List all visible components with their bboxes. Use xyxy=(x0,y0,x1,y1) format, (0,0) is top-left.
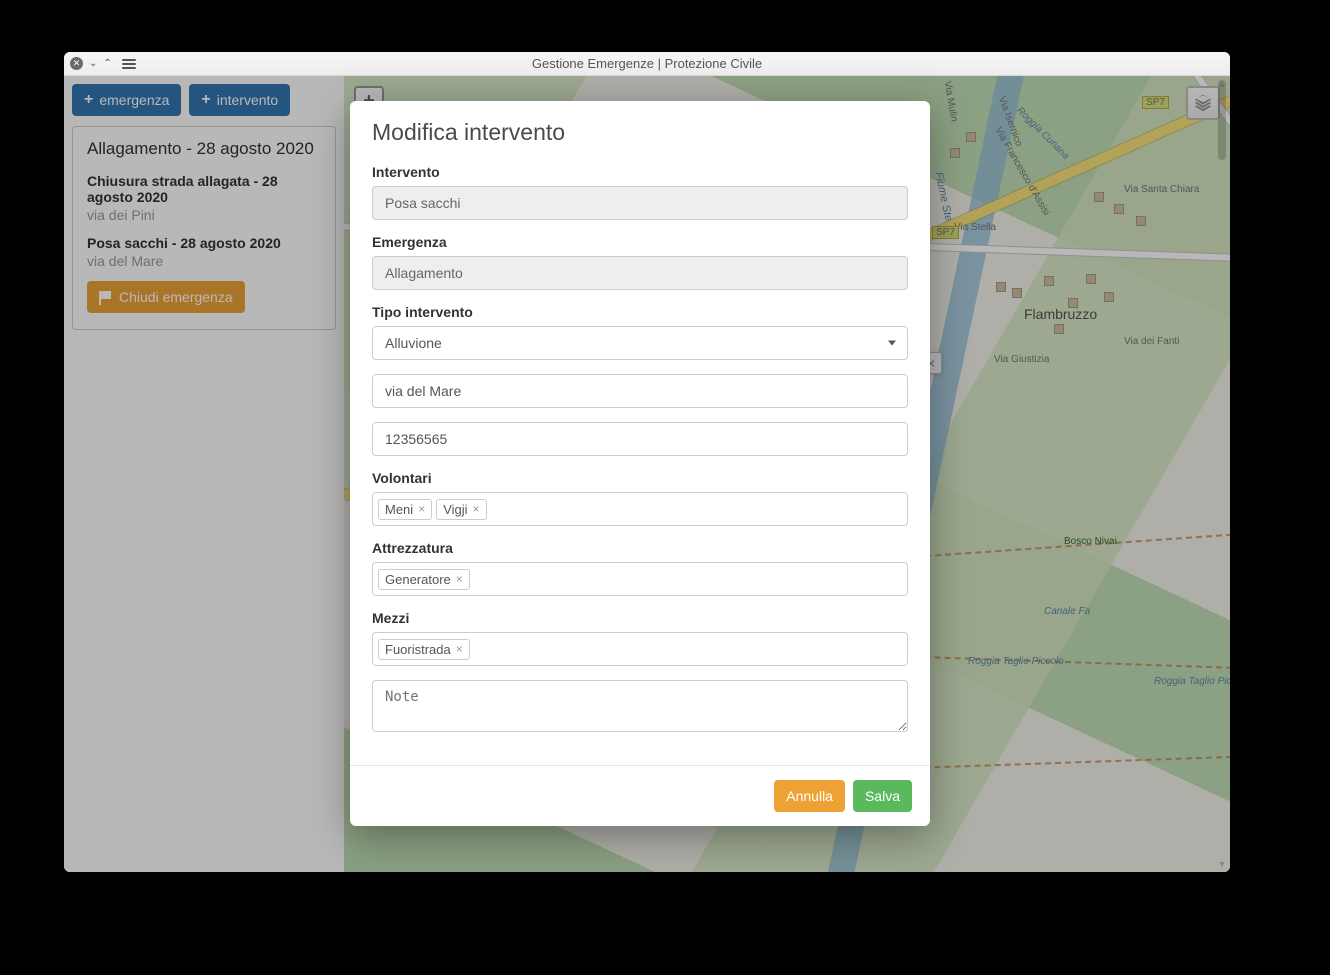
tag-label: Meni xyxy=(385,502,413,517)
button-label: Salva xyxy=(865,788,900,804)
menu-icon[interactable] xyxy=(122,59,136,69)
tag: Generatore × xyxy=(378,569,470,590)
tag: Meni × xyxy=(378,499,432,520)
remove-tag-icon[interactable]: × xyxy=(418,502,425,516)
via-field[interactable] xyxy=(372,374,908,408)
remove-tag-icon[interactable]: × xyxy=(456,572,463,586)
app-window: ✕ ⌄ ⌃ Gestione Emergenze | Protezione Ci… xyxy=(64,52,1230,872)
tipo-select[interactable]: Alluvione xyxy=(372,326,908,360)
remove-tag-icon[interactable]: × xyxy=(456,642,463,656)
volontari-tags[interactable]: Meni × Vigji × xyxy=(372,492,908,526)
modal-title: Modifica intervento xyxy=(372,119,908,146)
caret-down-icon xyxy=(888,341,896,346)
label-intervento: Intervento xyxy=(372,164,908,180)
button-label: Annulla xyxy=(786,788,833,804)
note-field[interactable] xyxy=(372,680,908,732)
chevron-down-icon[interactable]: ⌄ xyxy=(89,58,97,69)
tag-label: Vigji xyxy=(443,502,467,517)
cancel-button[interactable]: Annulla xyxy=(774,780,845,812)
titlebar: ✕ ⌄ ⌃ Gestione Emergenze | Protezione Ci… xyxy=(64,52,1230,76)
tag: Fuoristrada × xyxy=(378,639,470,660)
label-tipo: Tipo intervento xyxy=(372,304,908,320)
label-emergenza: Emergenza xyxy=(372,234,908,250)
label-mezzi: Mezzi xyxy=(372,610,908,626)
scrollbar[interactable]: ▲ ▼ xyxy=(1216,78,1228,870)
attrezzatura-tags[interactable]: Generatore × xyxy=(372,562,908,596)
intervento-field xyxy=(372,186,908,220)
window-title: Gestione Emergenze | Protezione Civile xyxy=(64,56,1230,71)
scrollbar-thumb[interactable] xyxy=(1218,80,1226,160)
remove-tag-icon[interactable]: × xyxy=(473,502,480,516)
edit-intervention-modal: Modifica intervento Intervento Emergenza… xyxy=(350,101,930,826)
save-button[interactable]: Salva xyxy=(853,780,912,812)
mezzi-tags[interactable]: Fuoristrada × xyxy=(372,632,908,666)
scroll-down-icon[interactable]: ▼ xyxy=(1218,858,1226,870)
tag-label: Fuoristrada xyxy=(385,642,451,657)
label-volontari: Volontari xyxy=(372,470,908,486)
close-icon[interactable]: ✕ xyxy=(70,57,83,70)
label-attrezzatura: Attrezzatura xyxy=(372,540,908,556)
select-value: Alluvione xyxy=(385,335,442,351)
numero-field[interactable] xyxy=(372,422,908,456)
tag-label: Generatore xyxy=(385,572,451,587)
chevron-up-icon[interactable]: ⌃ xyxy=(103,58,111,69)
emergenza-field xyxy=(372,256,908,290)
tag: Vigji × xyxy=(436,499,486,520)
